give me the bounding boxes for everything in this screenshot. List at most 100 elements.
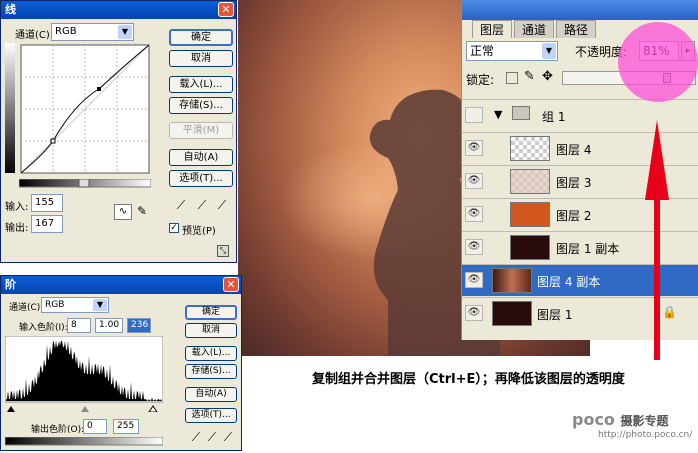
input-field[interactable]: 155 xyxy=(31,194,63,212)
levels-dialog: 阶 ✕ 通道(C): RGB ▼ 输入色阶(I): 8 1.00 236 输出色… xyxy=(0,275,242,451)
lock-brush-icon[interactable]: ✎ xyxy=(524,69,535,84)
output-label: 输出: xyxy=(5,223,29,234)
auto-button[interactable]: 自动(A) xyxy=(185,387,237,402)
close-icon[interactable]: ✕ xyxy=(218,2,234,17)
channel-select[interactable]: RGB ▼ xyxy=(51,23,134,41)
layer-row[interactable]: 👁 图层 4 副本 xyxy=(462,264,698,296)
brand-logo-text: poco xyxy=(572,410,615,429)
lock-move-icon[interactable]: ✥ xyxy=(542,69,553,84)
smooth-button[interactable]: 平滑(M) xyxy=(169,122,233,139)
curves-titlebar: 线 ✕ xyxy=(1,1,236,19)
layer-thumbnail xyxy=(492,268,532,293)
white-eyedropper-icon[interactable]: ⟋ xyxy=(215,198,229,212)
levels-histogram xyxy=(5,336,163,412)
layer-row[interactable]: 👁 图层 1 🔒 xyxy=(462,297,698,329)
ok-button[interactable]: 确定 xyxy=(169,29,233,46)
ok-button[interactable]: 确定 xyxy=(185,305,237,320)
chevron-down-icon: ▼ xyxy=(118,25,132,39)
layer-name: 图层 4 副本 xyxy=(537,275,601,289)
channel-label: 通道(C): xyxy=(15,30,54,41)
pencil-tool-icon[interactable]: ✎ xyxy=(135,204,149,220)
curve-gradient-bar xyxy=(19,179,151,188)
lock-icon: 🔒 xyxy=(662,305,677,319)
close-icon[interactable]: ✕ xyxy=(223,277,239,292)
input-white-field[interactable]: 236 xyxy=(127,318,151,333)
layer-row[interactable]: ▼ 组 1 xyxy=(462,99,698,131)
load-button[interactable]: 载入(L)... xyxy=(185,346,237,361)
output-white-field[interactable]: 255 xyxy=(113,419,139,434)
blend-mode-value: 正常 xyxy=(470,44,495,58)
output-black-field[interactable]: 0 xyxy=(83,419,107,434)
opacity-slider-thumb[interactable] xyxy=(663,73,671,83)
input-black-field[interactable]: 8 xyxy=(67,318,91,333)
channel-select[interactable]: RGB ▼ xyxy=(41,297,109,313)
black-eyedropper-icon[interactable]: ⟋ xyxy=(174,198,188,212)
layer-name: 图层 3 xyxy=(556,176,592,190)
save-button[interactable]: 存储(S)... xyxy=(185,364,237,379)
layer-row[interactable]: 👁 图层 2 xyxy=(462,198,698,230)
eye-icon[interactable]: 👁 xyxy=(465,140,483,156)
layer-name: 图层 1 xyxy=(537,308,573,322)
eye-icon[interactable]: 👁 xyxy=(465,272,483,288)
gray-eyedropper-icon[interactable]: ⟋ xyxy=(195,198,209,212)
layer-thumbnail xyxy=(510,202,550,227)
layer-row[interactable]: 👁 图层 1 副本 xyxy=(462,231,698,263)
brand-logo: poco 摄影专题 xyxy=(572,410,669,429)
input-label: 输入: xyxy=(5,202,29,213)
black-eyedropper-icon[interactable]: ⟋ xyxy=(189,430,203,444)
cancel-button[interactable]: 取消 xyxy=(169,50,233,67)
layer-thumbnail xyxy=(492,301,532,326)
curves-title: 线 xyxy=(5,3,16,16)
tab-paths[interactable]: 路径 xyxy=(556,20,596,38)
brand-url: http://photo.poco.cn/ xyxy=(598,430,693,440)
save-button[interactable]: 存储(S)... xyxy=(169,97,233,114)
expand-icon[interactable]: ⤡ xyxy=(217,245,229,257)
levels-titlebar: 阶 ✕ xyxy=(1,276,241,294)
expand-triangle-icon[interactable]: ▼ xyxy=(494,108,502,121)
preview-checkbox[interactable]: ✓ xyxy=(169,223,179,233)
cancel-button[interactable]: 取消 xyxy=(185,323,237,338)
output-field[interactable]: 167 xyxy=(31,215,63,233)
chevron-down-icon: ▼ xyxy=(93,299,107,311)
brand-name: 摄影专题 xyxy=(620,414,669,428)
caption: 复制组并合并图层（Ctrl+E）；再降低该图层的透明度 xyxy=(312,372,625,387)
eye-icon[interactable]: 👁 xyxy=(465,239,483,255)
lock-label: 锁定: xyxy=(466,73,495,87)
eye-icon[interactable] xyxy=(465,107,483,123)
auto-button[interactable]: 自动(A) xyxy=(169,149,233,166)
output-gradient-bar xyxy=(5,437,163,446)
layer-thumbnail xyxy=(510,169,550,194)
eye-icon[interactable]: 👁 xyxy=(465,173,483,189)
opacity-label: 不透明度: xyxy=(575,45,628,59)
input-levels-label: 输入色阶(I): xyxy=(19,323,68,333)
options-button[interactable]: 选项(T)... xyxy=(169,170,233,187)
layer-thumbnail xyxy=(510,136,550,161)
blend-mode-select[interactable]: 正常 ▼ xyxy=(466,41,558,61)
options-button[interactable]: 选项(T)... xyxy=(185,408,237,423)
layer-name: 组 1 xyxy=(542,110,566,124)
eye-icon[interactable]: 👁 xyxy=(465,305,483,321)
layer-row[interactable]: 👁 图层 3 xyxy=(462,165,698,197)
channel-value: RGB xyxy=(55,26,77,37)
channel-label: 通道(C): xyxy=(9,303,44,313)
input-gamma-field[interactable]: 1.00 xyxy=(95,318,123,333)
chevron-down-icon: ▼ xyxy=(542,43,556,59)
opacity-field[interactable]: 81% xyxy=(639,41,679,61)
gray-eyedropper-icon[interactable]: ⟋ xyxy=(205,430,219,444)
tab-channels[interactable]: 通道 xyxy=(514,20,554,38)
curve-graph[interactable] xyxy=(5,43,155,193)
layer-row[interactable]: 👁 图层 4 xyxy=(462,132,698,164)
chevron-right-icon[interactable]: ▸ xyxy=(681,41,695,61)
opacity-slider[interactable] xyxy=(562,71,696,85)
levels-title: 阶 xyxy=(5,278,16,291)
load-button[interactable]: 载入(L)... xyxy=(169,76,233,93)
lock-transparency-icon[interactable] xyxy=(506,72,518,84)
white-eyedropper-icon[interactable]: ⟋ xyxy=(221,430,235,444)
layer-name: 图层 1 副本 xyxy=(556,242,620,256)
layer-name: 图层 4 xyxy=(556,143,592,157)
curve-tool-icon[interactable]: ∿ xyxy=(114,204,132,220)
folder-icon xyxy=(512,106,530,120)
eye-icon[interactable]: 👁 xyxy=(465,206,483,222)
output-levels-label: 输出色阶(O): xyxy=(31,425,85,435)
tab-layers[interactable]: 图层 xyxy=(472,20,512,38)
